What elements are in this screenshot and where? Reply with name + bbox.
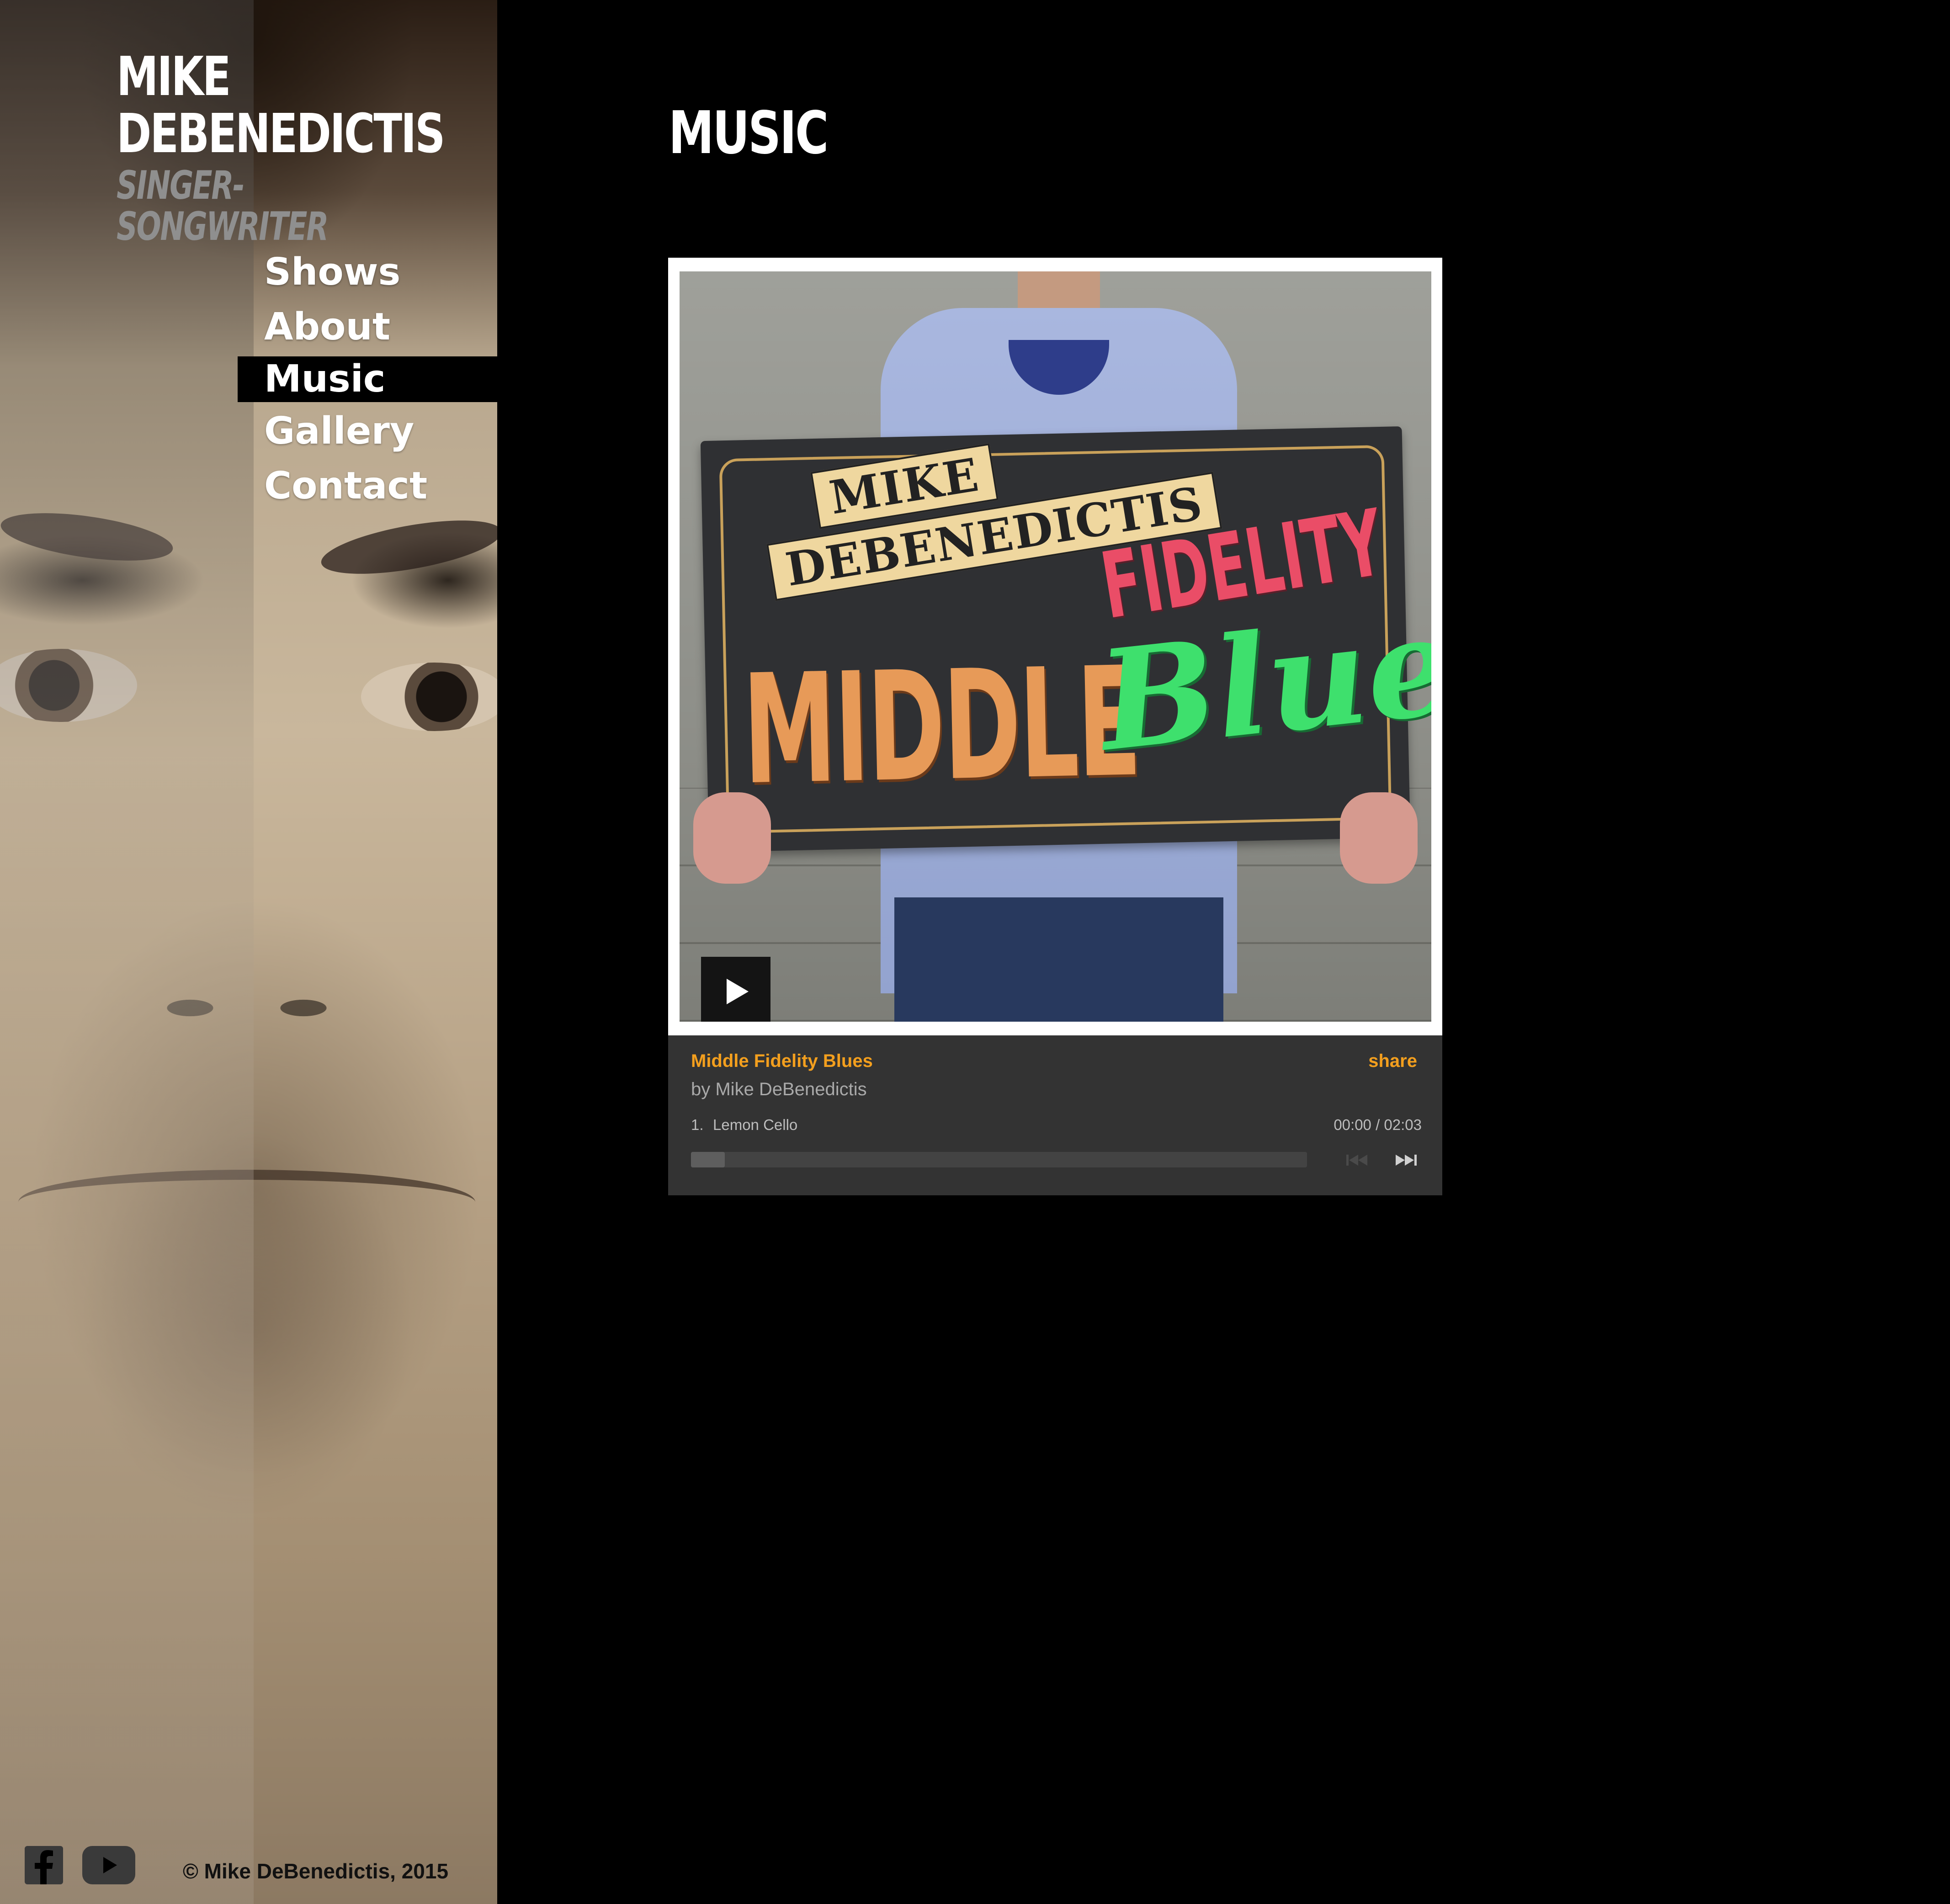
album-art-sign: MIKE DEBENEDICTIS FIDELITY MIDDLE Blues	[700, 426, 1431, 852]
track-panel: Middle Fidelity Blues share by Mike DeBe…	[668, 1035, 1442, 1195]
brand-name-line1: MIKE	[117, 45, 231, 108]
album-art-jeans	[894, 897, 1223, 1022]
portrait-right-eye	[361, 663, 497, 731]
nav-item-shows[interactable]: Shows	[238, 247, 497, 298]
album-title-link[interactable]: Middle Fidelity Blues	[691, 1051, 873, 1071]
facebook-icon[interactable]	[25, 1846, 63, 1884]
nav-item-about[interactable]: About	[238, 302, 497, 353]
sidebar: MIKE DEBENEDICTIS SINGER-SONGWRITER Show…	[0, 0, 497, 1904]
track-time: 00:00 / 02:03	[1334, 1116, 1422, 1133]
nav-item-gallery[interactable]: Gallery	[238, 406, 497, 457]
progress-handle[interactable]	[691, 1152, 725, 1167]
next-track-icon	[1396, 1155, 1417, 1166]
main-nav: Shows About Music Gallery Contact	[238, 247, 497, 515]
album-art-left-hand	[693, 792, 771, 884]
brand-name-line2: DEBENEDICTIS	[117, 102, 445, 165]
bandcamp-player: MIKE DEBENEDICTIS FIDELITY MIDDLE Blues …	[668, 258, 1442, 1195]
sign-word-middle: MIDDLE	[741, 634, 1142, 818]
previous-track-button[interactable]	[1341, 1151, 1367, 1168]
share-link[interactable]: share	[1368, 1051, 1417, 1071]
page-title: MUSIC	[669, 99, 829, 167]
track-number: 1.	[691, 1116, 704, 1133]
brand-tagline: SINGER-SONGWRITER	[117, 163, 329, 249]
album-art-frame: MIKE DEBENEDICTIS FIDELITY MIDDLE Blues	[668, 258, 1442, 1035]
copyright-text: © Mike DeBenedictis, 2015	[183, 1859, 449, 1883]
portrait-left-shade	[0, 0, 254, 1904]
artist-line[interactable]: by Mike DeBenedictis	[691, 1079, 867, 1100]
play-button[interactable]	[701, 957, 770, 1022]
next-track-button[interactable]	[1390, 1151, 1417, 1168]
previous-track-icon	[1346, 1155, 1367, 1166]
progress-bar[interactable]	[691, 1152, 1307, 1167]
site-brand[interactable]: MIKE DEBENEDICTIS SINGER-SONGWRITER	[117, 45, 497, 249]
track-name[interactable]: Lemon Cello	[713, 1116, 797, 1134]
play-icon	[727, 979, 749, 1004]
portrait-right-eyebrow	[317, 509, 497, 585]
youtube-icon[interactable]	[82, 1846, 135, 1884]
album-art-right-hand	[1340, 792, 1418, 884]
album-art[interactable]: MIKE DEBENEDICTIS FIDELITY MIDDLE Blues	[680, 271, 1431, 1022]
nav-item-music[interactable]: Music	[238, 356, 497, 402]
nav-item-contact[interactable]: Contact	[238, 461, 497, 512]
